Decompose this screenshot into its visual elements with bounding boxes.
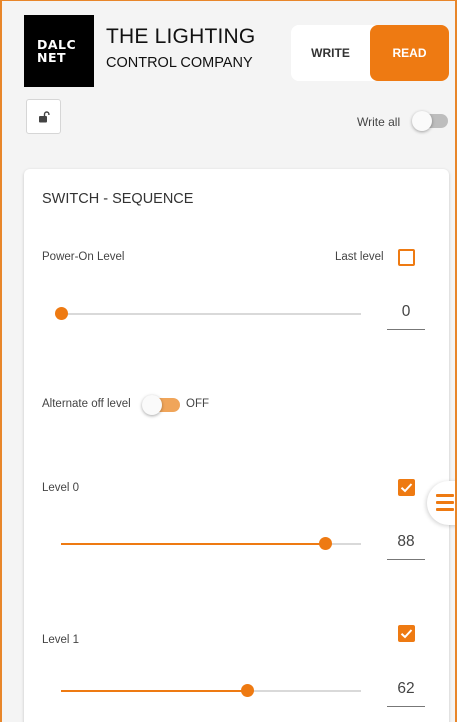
write-all-switch[interactable] — [412, 111, 448, 131]
level-0-checkbox[interactable] — [398, 479, 415, 496]
checkmark-icon — [400, 483, 413, 493]
slider-thumb[interactable] — [55, 307, 68, 320]
last-level-checkbox[interactable] — [398, 249, 415, 266]
read-write-toggle: WRITE READ — [291, 25, 449, 81]
slider-fill — [61, 690, 247, 692]
power-on-level-label: Power-On Level — [42, 251, 125, 263]
write-button[interactable]: WRITE — [291, 25, 370, 81]
alternate-off-level-label: Alternate off level — [42, 398, 131, 410]
slider-rail — [61, 313, 361, 315]
power-on-level-slider[interactable] — [55, 307, 361, 321]
checkmark-icon — [400, 629, 413, 639]
write-all-switch-knob — [412, 111, 432, 131]
write-all-label: Write all — [357, 115, 401, 129]
read-button[interactable]: READ — [370, 25, 449, 81]
brand-subtitle: CONTROL COMPANY — [106, 55, 253, 71]
slider-fill — [61, 543, 325, 545]
slider-thumb[interactable] — [319, 537, 332, 550]
app-frame: DALC NET THE LIGHTING CONTROL COMPANY WR… — [0, 0, 457, 722]
level-0-slider[interactable] — [61, 537, 361, 551]
last-level-label: Last level — [335, 251, 384, 263]
level-1-label: Level 1 — [42, 634, 80, 646]
level-1-value[interactable]: 62 — [387, 680, 425, 707]
slider-thumb[interactable] — [241, 684, 254, 697]
level-1-slider[interactable] — [61, 684, 361, 698]
level-1-checkbox[interactable] — [398, 625, 415, 642]
unlock-icon — [38, 110, 50, 122]
level-0-label: Level 0 — [42, 482, 80, 494]
card-title: SWITCH - SEQUENCE — [42, 191, 194, 207]
level-0-value[interactable]: 88 — [387, 533, 425, 560]
alternate-off-level-switch[interactable] — [142, 395, 182, 415]
lock-button[interactable] — [26, 99, 61, 134]
power-on-level-value[interactable]: 0 — [387, 303, 425, 330]
brand-title: THE LIGHTING — [106, 25, 256, 48]
alternate-off-switch-knob — [142, 395, 162, 415]
switch-sequence-card: SWITCH - SEQUENCE Power-On Level Last le… — [24, 169, 449, 722]
hamburger-menu-icon — [436, 494, 454, 515]
alternate-off-state-label: OFF — [186, 398, 209, 410]
logo-line2: NET — [37, 50, 67, 65]
dalcnet-logo: DALC NET — [24, 15, 94, 87]
